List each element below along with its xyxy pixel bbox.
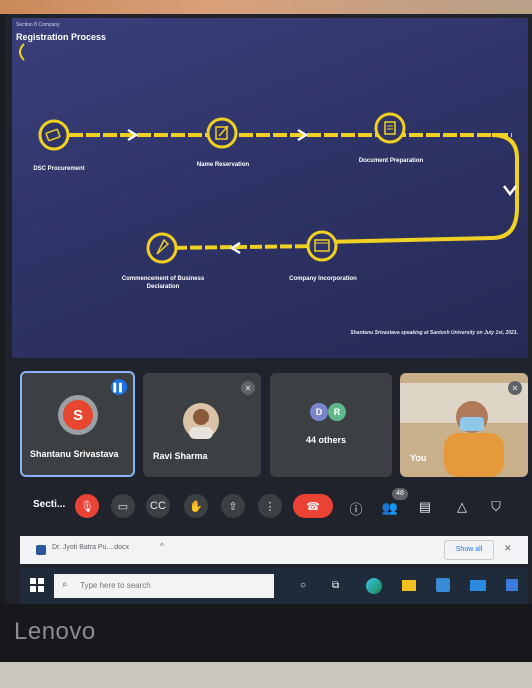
step-label-5: Commencement of Business Declaration [121, 276, 205, 290]
participant-tile-you[interactable]: ✕ You [400, 373, 528, 477]
present-icon: ⇧ [228, 500, 238, 513]
participant-tile-ravi[interactable]: ✕ Ravi Sharma [143, 373, 261, 477]
people-button[interactable]: 👥 [380, 500, 400, 516]
download-file-name[interactable]: Dr. Jyoti Batra Pu....docx [52, 544, 129, 551]
chevron-up-icon[interactable]: ^ [160, 542, 164, 551]
meeting-details-button[interactable]: ⓘ [346, 499, 366, 518]
monitor-brand-logo: Lenovo [14, 618, 96, 645]
presentation-slide [12, 18, 528, 358]
step-node-5 [146, 232, 178, 264]
slide-title: Registration Process [16, 32, 107, 42]
step-node-3 [374, 112, 406, 144]
step-label-1: DSC Procurement [33, 166, 85, 172]
step-node-1 [38, 119, 70, 151]
process-flow-diagram [19, 43, 519, 264]
slide-credit: Shantanu Srivastava speaking at Santosh … [350, 330, 518, 336]
edge-icon[interactable] [366, 578, 382, 594]
participant-name: Ravi Sharma [153, 451, 208, 461]
speaking-indicator-icon: ▌▌ [111, 379, 127, 395]
mic-toggle-button[interactable]: 🎙 [75, 494, 99, 518]
captions-icon: CC [150, 500, 166, 512]
participants-count-badge: 48 [392, 488, 408, 500]
activities-button[interactable]: △ [452, 499, 472, 515]
step-label-2: Name Reservation [196, 162, 250, 168]
participant-tile-shantanu[interactable]: S ▌▌ Shantanu Srivastava [20, 371, 135, 477]
mic-off-icon: ✕ [241, 381, 255, 395]
chevron-down-icon [503, 185, 517, 197]
step-label-3: Document Preparation [358, 158, 424, 164]
task-view-icon[interactable]: ⧉ [332, 580, 339, 591]
mic-off-icon: 🎙 [80, 500, 94, 513]
windows-start-icon[interactable] [30, 578, 44, 592]
host-controls-button[interactable]: ⛉ [486, 499, 506, 515]
camera-toggle-button[interactable]: ▭ [111, 494, 135, 518]
desk-paper [0, 662, 532, 688]
avatar-initial: S [63, 400, 93, 430]
raise-hand-button[interactable]: ✋ [184, 494, 208, 518]
chat-icon: ▤ [418, 499, 432, 514]
info-icon: ⓘ [349, 502, 363, 517]
chat-button[interactable]: ▤ [415, 499, 435, 515]
search-icon: ⌕ [62, 579, 68, 590]
mail-icon[interactable] [470, 580, 486, 591]
camera-icon: ▭ [117, 500, 129, 513]
more-vert-icon: ⋮ [264, 500, 276, 513]
close-icon[interactable]: ✕ [504, 543, 512, 554]
step-node-4 [306, 230, 338, 262]
others-count-label: 44 others [306, 435, 347, 445]
show-all-button[interactable]: Show all [444, 540, 494, 560]
captions-button[interactable]: CC [146, 494, 170, 518]
app-icon[interactable] [506, 579, 518, 591]
cortana-icon[interactable]: ○ [300, 580, 306, 591]
shield-lock-icon: ⛉ [491, 499, 501, 514]
file-explorer-icon[interactable] [402, 580, 416, 591]
avatar: R [328, 403, 346, 421]
store-icon[interactable] [436, 578, 450, 592]
phone-hangup-icon: ☎ [306, 500, 320, 513]
shapes-icon: △ [457, 499, 467, 514]
end-call-button[interactable]: ☎ [293, 494, 333, 518]
present-button[interactable]: ⇧ [221, 494, 245, 518]
participant-tile-others[interactable]: D R 44 others [270, 373, 392, 477]
search-placeholder: Type here to search [80, 581, 151, 590]
participant-name: You [410, 453, 427, 463]
hand-icon: ✋ [189, 500, 203, 513]
avatar: S [58, 395, 98, 435]
avatar [183, 403, 219, 439]
avatar: D [310, 403, 328, 421]
mic-off-icon: ✕ [508, 381, 522, 395]
word-doc-icon [36, 545, 46, 555]
meeting-title: Secti... [33, 499, 66, 510]
step-label-4: Company Incorporation [289, 276, 357, 282]
people-icon: 👥 [381, 500, 399, 515]
more-options-button[interactable]: ⋮ [258, 494, 282, 518]
background-wall [0, 0, 532, 14]
slide-breadcrumb: Section 8 Company [16, 22, 60, 28]
participant-name: Shantanu Srivastava [30, 449, 119, 459]
